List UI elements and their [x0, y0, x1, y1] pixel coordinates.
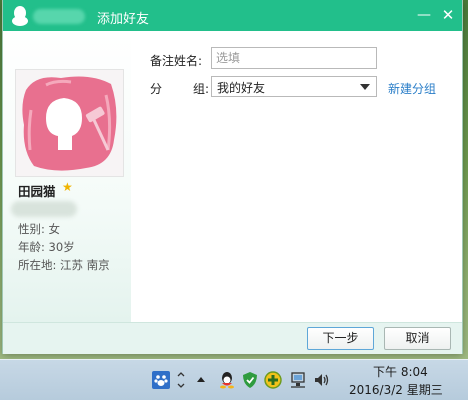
show-hidden-icon[interactable]	[195, 371, 207, 389]
dropdown-arrow-icon[interactable]	[360, 84, 370, 90]
next-button[interactable]: 下一步	[307, 327, 374, 350]
location-info: 所在地: 江苏 南京	[18, 258, 110, 272]
qq-logo-icon	[12, 6, 28, 26]
blurred-info	[11, 201, 77, 217]
network-icon[interactable]	[289, 371, 307, 389]
minimize-button[interactable]: —	[412, 3, 436, 27]
avatar-image	[16, 70, 123, 176]
group-select[interactable]: 我的好友	[211, 76, 377, 97]
new-group-link[interactable]: 新建分组	[388, 80, 436, 97]
age-info: 年龄: 30岁	[18, 240, 75, 254]
baidu-paw-icon[interactable]	[152, 371, 170, 389]
volume-icon[interactable]	[313, 371, 331, 389]
security-shield-icon[interactable]	[241, 371, 259, 389]
group-label-part2: 组:	[193, 82, 210, 96]
qq-icon[interactable]	[218, 371, 236, 389]
chevron-icon[interactable]	[176, 371, 186, 389]
close-button[interactable]: ✕	[436, 3, 460, 27]
add-friend-dialog: 添加好友 — ✕ 田园猫 ★ 性别: 女 年龄: 30岁 所在地: 江苏 南京 …	[3, 0, 462, 354]
blurred-account	[33, 9, 85, 24]
plus-icon[interactable]	[264, 371, 282, 389]
cancel-button[interactable]: 取消	[384, 327, 451, 350]
remark-input[interactable]	[211, 47, 377, 69]
group-select-value: 我的好友	[217, 81, 266, 95]
star-icon: ★	[62, 180, 73, 194]
clock-date[interactable]: 2016/3/2 星期三	[349, 381, 443, 398]
clock-time[interactable]: 下午 8:04	[373, 363, 428, 380]
gender-info: 性别: 女	[18, 222, 61, 236]
remark-label: 备注姓名:	[150, 54, 203, 68]
dialog-title: 添加好友	[97, 12, 150, 27]
taskbar: 下午 8:04 2016/3/2 星期三	[0, 359, 468, 400]
profile-panel: 田园猫 ★ 性别: 女 年龄: 30岁 所在地: 江苏 南京	[3, 31, 131, 322]
title-bar[interactable]: 添加好友 — ✕	[3, 0, 462, 31]
dialog-footer: 下一步 取消	[3, 322, 462, 354]
avatar[interactable]	[15, 69, 124, 177]
friend-name: 田园猫	[18, 184, 56, 199]
group-label-part1: 分	[150, 82, 163, 96]
